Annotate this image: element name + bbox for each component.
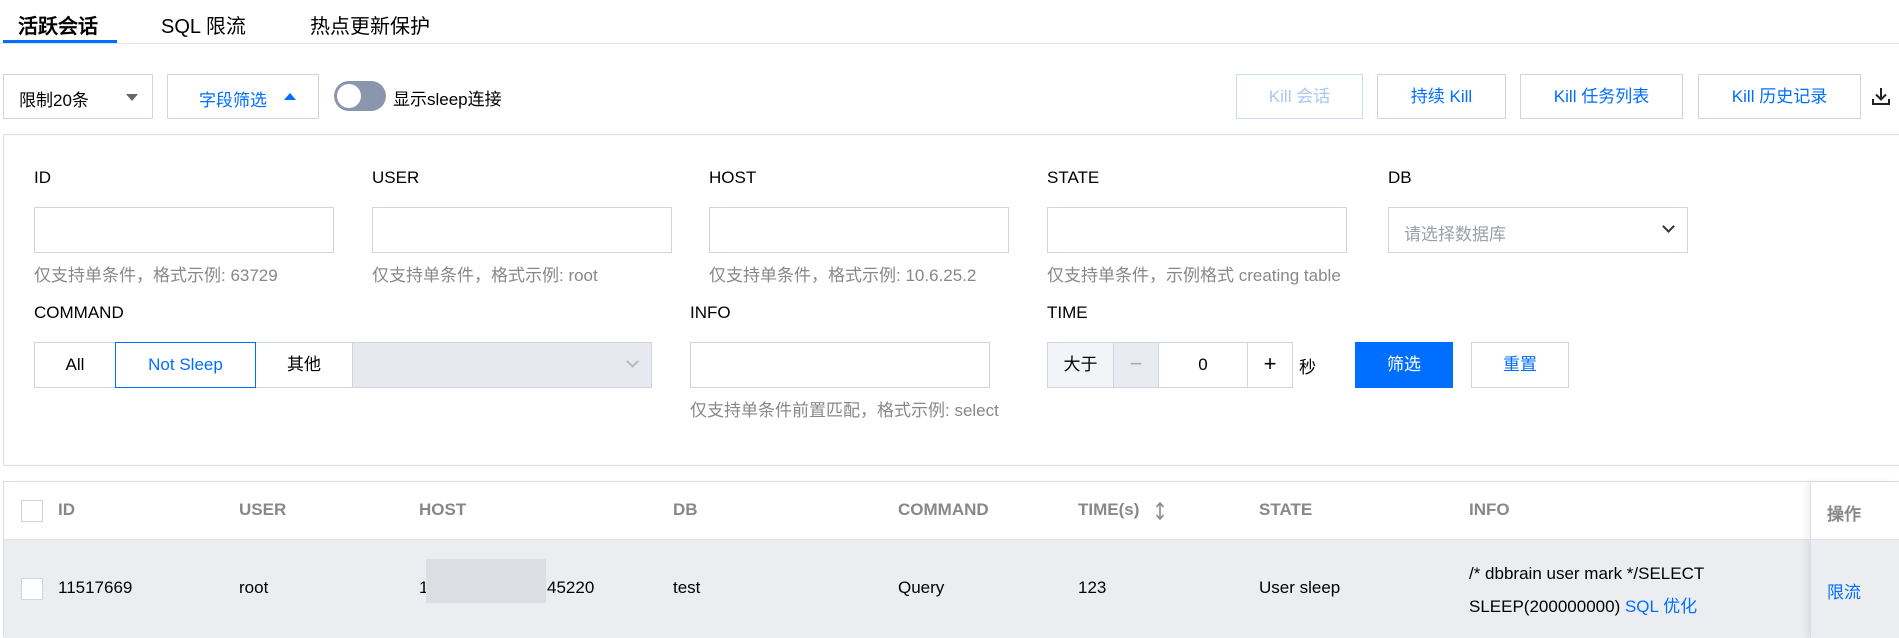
db-select[interactable]: 请选择数据库 — [1388, 207, 1688, 253]
column-header-actions: 操作 — [1827, 505, 1861, 524]
db-filter-label: DB — [1388, 168, 1412, 187]
sleep-toggle-label: 显示sleep连接 — [393, 90, 502, 109]
user-filter-input[interactable] — [372, 207, 672, 253]
sleep-toggle[interactable] — [334, 81, 386, 111]
user-filter-hint: 仅支持单条件，格式示例: root — [372, 266, 598, 285]
info-filter-hint: 仅支持单条件前置匹配，格式示例: select — [690, 401, 999, 420]
tab-hotspot-protection[interactable]: 热点更新保护 — [310, 10, 430, 39]
tab-active-sessions[interactable]: 活跃会话 — [18, 10, 98, 39]
field-filter-label: 字段筛选 — [199, 91, 267, 110]
command-option-not-sleep[interactable]: Not Sleep — [115, 342, 256, 388]
column-header-command: COMMAND — [898, 500, 989, 519]
limit-select-value: 限制20条 — [19, 91, 89, 110]
command-option-all[interactable]: All — [34, 342, 116, 388]
table-header: ID USER HOST DB COMMAND TIME(s) STATE IN… — [4, 482, 1899, 540]
info-filter-label: INFO — [690, 303, 731, 322]
state-filter-label: STATE — [1047, 168, 1100, 187]
select-all-checkbox[interactable] — [21, 500, 43, 522]
cell-db: test — [673, 578, 701, 597]
user-filter-label: USER — [372, 168, 420, 187]
id-filter-input[interactable] — [34, 207, 334, 253]
filter-reset-button[interactable]: 重置 — [1471, 342, 1569, 388]
state-filter-hint: 仅支持单条件，示例格式 creating table — [1047, 266, 1341, 285]
toggle-knob — [337, 84, 361, 108]
command-other-select[interactable] — [352, 342, 652, 388]
column-header-time[interactable]: TIME(s) — [1078, 500, 1139, 520]
caret-down-icon — [126, 94, 138, 101]
time-filter-label: TIME — [1047, 303, 1088, 322]
column-header-host: HOST — [419, 500, 467, 519]
tab-sql-throttle[interactable]: SQL 限流 — [161, 10, 246, 39]
time-minus-button[interactable]: − — [1113, 342, 1159, 388]
kill-task-list-button[interactable]: Kill 任务列表 — [1520, 74, 1683, 119]
id-filter-label: ID — [34, 168, 51, 187]
id-filter-hint: 仅支持单条件，格式示例: 63729 — [34, 266, 278, 285]
masked-host-region — [426, 559, 546, 603]
column-header-user: USER — [239, 500, 287, 519]
sort-icon[interactable] — [1155, 502, 1165, 520]
time-plus-button[interactable]: + — [1247, 342, 1293, 388]
download-icon[interactable] — [1871, 86, 1891, 106]
info-filter-input[interactable] — [690, 342, 990, 388]
continuous-kill-button[interactable]: 持续 Kill — [1377, 74, 1506, 119]
filter-submit-button[interactable]: 筛选 — [1355, 342, 1453, 388]
session-table: ID USER HOST DB COMMAND TIME(s) STATE IN… — [3, 481, 1899, 638]
column-header-state: STATE — [1259, 500, 1313, 519]
sql-optimize-link[interactable]: SQL 优化 — [1625, 597, 1697, 616]
throttle-link[interactable]: 限流 — [1827, 578, 1861, 603]
host-filter-label: HOST — [709, 168, 757, 187]
command-filter-label: COMMAND — [34, 303, 124, 322]
cell-host-suffix: 45220 — [547, 578, 595, 597]
column-header-info: INFO — [1469, 500, 1510, 519]
table-row: 11517669 root 1 45220 test Query 123 Use… — [4, 540, 1899, 638]
tab-bar: 活跃会话 SQL 限流 热点更新保护 — [0, 0, 1899, 44]
row-checkbox[interactable] — [21, 578, 43, 600]
time-unit: 秒 — [1299, 358, 1316, 377]
cell-id: 11517669 — [58, 578, 133, 597]
cell-state: User sleep — [1259, 578, 1341, 597]
host-filter-input[interactable] — [709, 207, 1009, 253]
command-option-other[interactable]: 其他 — [255, 342, 353, 388]
time-operator: 大于 — [1047, 342, 1114, 388]
kill-history-button[interactable]: Kill 历史记录 — [1698, 74, 1861, 119]
chevron-down-icon — [626, 355, 639, 368]
db-select-placeholder: 请选择数据库 — [1404, 225, 1506, 244]
field-filter-button[interactable]: 字段筛选 — [167, 74, 319, 119]
actions-column: 操作 限流 — [1810, 482, 1899, 638]
state-filter-input[interactable] — [1047, 207, 1347, 253]
host-filter-hint: 仅支持单条件，格式示例: 10.6.25.2 — [709, 266, 977, 285]
limit-select[interactable]: 限制20条 — [3, 74, 153, 119]
cell-user: root — [239, 578, 269, 597]
time-value-input[interactable]: 0 — [1158, 342, 1248, 388]
cell-command: Query — [898, 578, 945, 597]
column-header-id: ID — [58, 500, 75, 519]
active-tab-indicator — [3, 40, 117, 43]
cell-info-sql: SLEEP(200000000) — [1469, 597, 1621, 616]
cell-time: 123 — [1078, 578, 1107, 597]
cell-info-line1: /* dbbrain user mark */SELECT — [1469, 564, 1705, 583]
column-header-db: DB — [673, 500, 698, 519]
cell-info-line2: SLEEP(200000000) SQL 优化 — [1469, 592, 1697, 617]
kill-session-button[interactable]: Kill 会话 — [1236, 74, 1363, 119]
caret-up-icon — [284, 93, 296, 100]
chevron-down-icon — [1662, 220, 1675, 233]
